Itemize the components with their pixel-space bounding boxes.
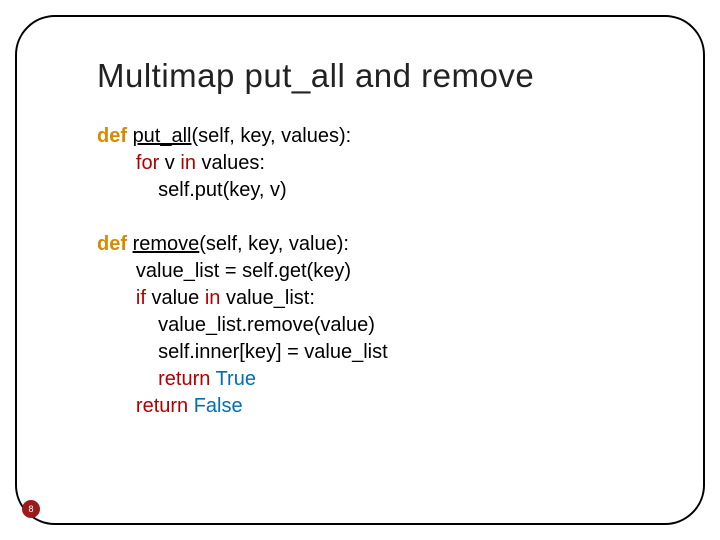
keyword-false: False (194, 395, 243, 417)
code-line: value_list.remove(value) (158, 314, 375, 336)
keyword-return: return (158, 368, 210, 390)
if-cond: value (146, 287, 205, 309)
function-name: put_all (133, 125, 192, 147)
page-title: Multimap put_all and remove (97, 57, 653, 95)
loop-iter: values: (196, 152, 265, 174)
keyword-def: def (97, 125, 127, 147)
code-line: self.inner[key] = value_list (158, 341, 388, 363)
keyword-def: def (97, 233, 127, 255)
keyword-if: if (136, 287, 146, 309)
page-number-badge: 8 (22, 500, 40, 518)
code-line: value_list = self.get(key) (136, 260, 351, 282)
keyword-true: True (216, 368, 256, 390)
signature: (self, key, values): (192, 125, 352, 147)
function-name: remove (133, 233, 200, 255)
slide-frame: Multimap put_all and remove def put_all(… (15, 15, 705, 525)
code-line: self.put(key, v) (158, 179, 287, 201)
loop-var: v (159, 152, 180, 174)
code-block-put-all: def put_all(self, key, values): for v in… (97, 123, 653, 420)
keyword-in: in (205, 287, 221, 309)
if-cond: value_list: (220, 287, 315, 309)
keyword-in: in (180, 152, 196, 174)
signature: (self, key, value): (199, 233, 349, 255)
page-number: 8 (28, 504, 33, 514)
keyword-for: for (136, 152, 159, 174)
keyword-return: return (136, 395, 188, 417)
